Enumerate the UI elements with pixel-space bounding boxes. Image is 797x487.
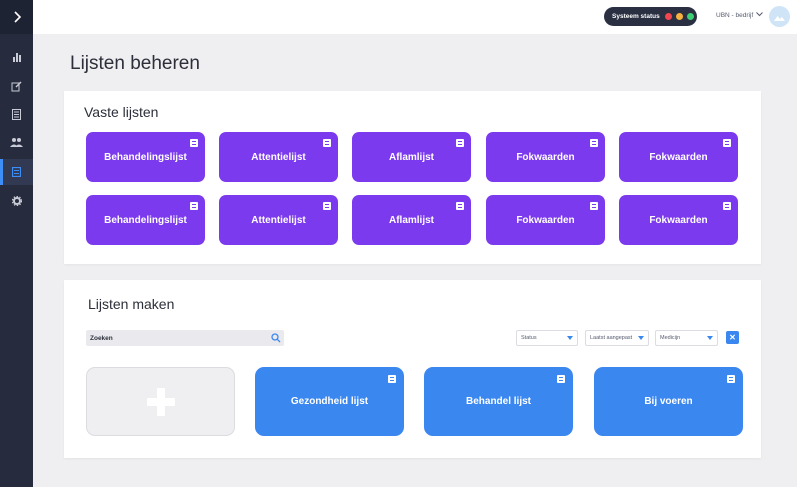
document-icon — [190, 202, 198, 210]
sidebar — [0, 0, 33, 487]
last-modified-filter-select[interactable]: Laatst aangepast — [585, 330, 649, 346]
document-icon — [727, 375, 735, 383]
list-tile-bij-voeren[interactable]: Bij voeren — [594, 367, 743, 436]
users-icon — [10, 138, 23, 147]
list-tile-attentielijst[interactable]: Attentielijst — [219, 195, 338, 245]
document-icon — [388, 375, 396, 383]
sidebar-toggle-button[interactable] — [0, 0, 33, 34]
sidebar-item-users[interactable] — [0, 129, 33, 155]
document-icon — [456, 202, 464, 210]
sidebar-item-lists[interactable] — [0, 159, 33, 185]
fixed-lists-title: Vaste lijsten — [84, 104, 159, 120]
system-status-label: Systeem status — [612, 13, 660, 20]
list-tile-behandel[interactable]: Behandel lijst — [424, 367, 573, 436]
gear-icon — [11, 196, 22, 206]
status-filter-select[interactable]: Status — [516, 330, 578, 346]
document-icon — [190, 139, 198, 147]
sidebar-item-dashboard[interactable] — [0, 44, 33, 70]
sidebar-item-settings[interactable] — [0, 188, 33, 214]
list-tile-behandelingslijst[interactable]: Behandelingslijst — [86, 132, 205, 182]
status-red-dot — [665, 13, 672, 20]
list-tile-behandelingslijst[interactable]: Behandelingslijst — [86, 195, 205, 245]
document-icon — [590, 202, 598, 210]
document-icon — [723, 202, 731, 210]
system-status-indicator[interactable]: Systeem status — [604, 7, 697, 26]
status-green-dot — [687, 13, 694, 20]
fixed-lists-card: Vaste lijsten Behandelingslijst Attentie… — [64, 91, 761, 264]
clear-filters-button[interactable]: ✕ — [726, 331, 739, 344]
sidebar-item-edit[interactable] — [0, 73, 33, 99]
document-icon — [557, 375, 565, 383]
image-placeholder-icon — [774, 15, 785, 21]
chevron-down-icon[interactable] — [756, 12, 763, 17]
page-title: Lijsten beheren — [70, 53, 200, 74]
list-tile-aflamlijst[interactable]: Aflamlijst — [352, 195, 471, 245]
list-tile-attentielijst[interactable]: Attentielijst — [219, 132, 338, 182]
caret-down-icon — [567, 336, 573, 340]
document-icon — [590, 139, 598, 147]
list-tile-fokwaarden[interactable]: Fokwaarden — [619, 132, 738, 182]
make-lists-card: Lijsten maken Status Laatst aangepast Me… — [64, 280, 761, 458]
list-tile-aflamlijst[interactable]: Aflamlijst — [352, 132, 471, 182]
bar-chart-icon — [12, 53, 21, 62]
list-icon — [12, 167, 21, 177]
company-selector[interactable]: UBN - bedrijf — [716, 12, 753, 19]
search-field — [86, 330, 284, 346]
caret-down-icon — [638, 336, 644, 340]
list-tile-fokwaarden[interactable]: Fokwaarden — [486, 132, 605, 182]
document-icon — [456, 139, 464, 147]
caret-down-icon — [707, 336, 713, 340]
search-icon[interactable] — [271, 333, 281, 343]
document-icon — [12, 108, 21, 120]
make-lists-title: Lijsten maken — [88, 296, 175, 312]
document-icon — [323, 202, 331, 210]
chevron-right-icon — [13, 11, 21, 23]
sidebar-item-documents[interactable] — [0, 101, 33, 127]
document-icon — [323, 139, 331, 147]
list-tile-gezondheid[interactable]: Gezondheid lijst — [255, 367, 404, 436]
edit-icon — [11, 81, 22, 91]
list-tile-fokwaarden[interactable]: Fokwaarden — [486, 195, 605, 245]
search-input[interactable] — [90, 330, 260, 346]
medicine-filter-select[interactable]: Medicijn — [655, 330, 718, 346]
close-icon: ✕ — [729, 333, 736, 342]
document-icon — [723, 139, 731, 147]
top-bar: Systeem status UBN - bedrijf — [33, 0, 797, 34]
status-orange-dot — [676, 13, 683, 20]
add-list-button[interactable] — [86, 367, 235, 436]
avatar[interactable] — [769, 6, 790, 27]
list-tile-fokwaarden[interactable]: Fokwaarden — [619, 195, 738, 245]
